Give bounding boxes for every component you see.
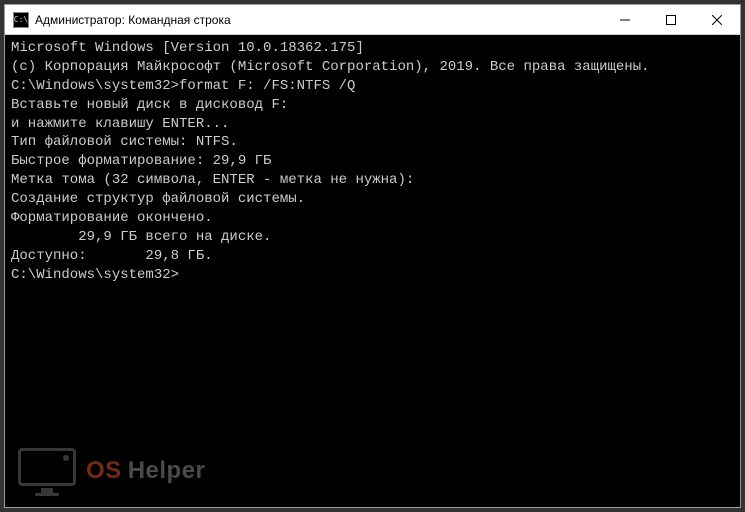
- terminal-line: Метка тома (32 символа, ENTER - метка не…: [11, 171, 734, 190]
- cmd-icon: C:\: [13, 12, 29, 28]
- command-prompt-window: C:\ Администратор: Командная строка Micr…: [4, 4, 741, 508]
- terminal-line: Создание структур файловой системы.: [11, 190, 734, 209]
- terminal-line: и нажмите клавишу ENTER...: [11, 115, 734, 134]
- watermark: OSHelper: [18, 448, 205, 494]
- terminal-output[interactable]: Microsoft Windows [Version 10.0.18362.17…: [5, 35, 740, 507]
- terminal-line: Доступно: 29,8 ГБ.: [11, 247, 734, 266]
- terminal-line: 29,9 ГБ всего на диске.: [11, 228, 734, 247]
- watermark-helper: Helper: [128, 457, 206, 484]
- watermark-text: OSHelper: [86, 457, 205, 485]
- titlebar[interactable]: C:\ Администратор: Командная строка: [5, 5, 740, 35]
- terminal-line: (c) Корпорация Майкрософт (Microsoft Cor…: [11, 58, 734, 77]
- terminal-line: Вставьте новый диск в дисковод F:: [11, 96, 734, 115]
- maximize-button[interactable]: [648, 5, 694, 34]
- terminal-line: C:\Windows\system32>: [11, 266, 734, 285]
- minimize-icon: [620, 15, 630, 25]
- cmd-icon-label: C:\: [14, 15, 28, 24]
- terminal-line: Быстрое форматирование: 29,9 ГБ: [11, 152, 734, 171]
- close-button[interactable]: [694, 5, 740, 34]
- minimize-button[interactable]: [602, 5, 648, 34]
- terminal-line: Microsoft Windows [Version 10.0.18362.17…: [11, 39, 734, 58]
- terminal-line: Тип файловой системы: NTFS.: [11, 133, 734, 152]
- window-title: Администратор: Командная строка: [35, 13, 602, 27]
- watermark-os: OS: [86, 457, 122, 484]
- terminal-line: Форматирование окончено.: [11, 209, 734, 228]
- terminal-line: C:\Windows\system32>format F: /FS:NTFS /…: [11, 77, 734, 96]
- monitor-icon: [18, 448, 76, 494]
- maximize-icon: [666, 15, 676, 25]
- close-icon: [712, 15, 722, 25]
- window-controls: [602, 5, 740, 34]
